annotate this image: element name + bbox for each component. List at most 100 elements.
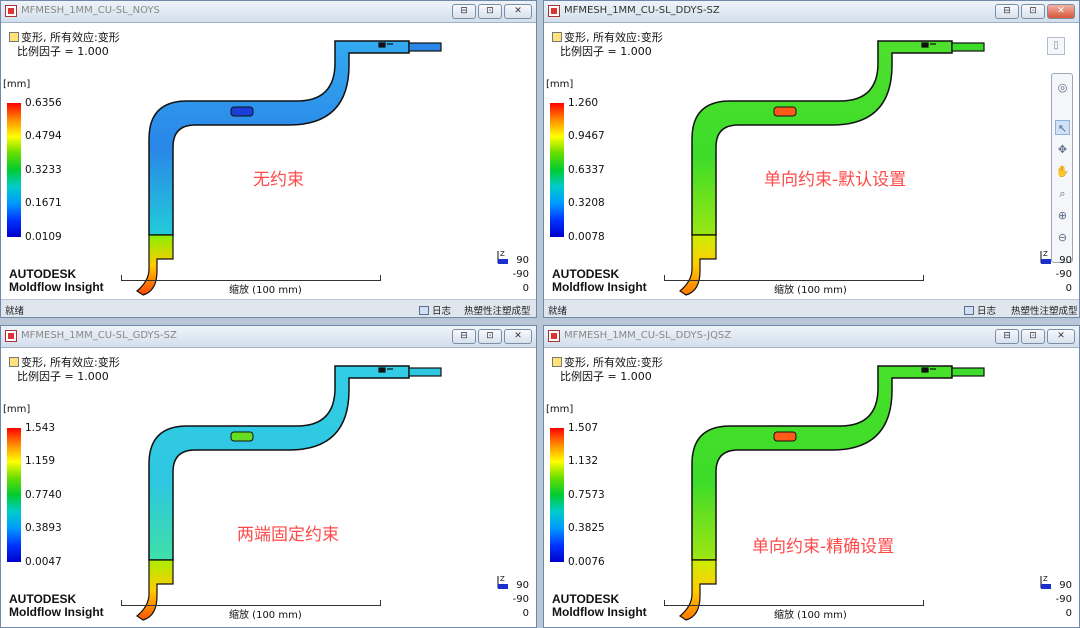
titlebar[interactable]: MFMESH_1MM_CU-SL_NOYS ⊟ ⊡ ✕ <box>1 1 536 23</box>
moldflow-app-icon <box>548 330 560 342</box>
status-ready: 就绪 <box>5 306 25 317</box>
window-title: MFMESH_1MM_CU-SL_GDYS-SZ <box>21 330 177 341</box>
view-toolbar: ◎ ↖ ✥ ✋ ⌕ ⊕ ⊖ <box>1051 73 1073 263</box>
axis-value: -90 <box>1055 269 1072 280</box>
moldflow-app-icon <box>5 330 17 342</box>
legend-min: 0.0078 <box>568 231 605 243</box>
axis-value: 90 <box>516 255 529 266</box>
axis-value: 90 <box>1059 255 1072 266</box>
model-viewport[interactable]: 变形, 所有效应:变形 比例因子 = 1.000 [mm] 0.6356 0.4… <box>1 23 536 317</box>
zoom-region-icon[interactable]: ⌕ <box>1055 186 1070 201</box>
close-button[interactable]: ✕ <box>1047 4 1075 19</box>
legend-tick: 0.3893 <box>25 522 62 534</box>
legend-tick: 0.6337 <box>568 164 605 176</box>
legend-unit: [mm] <box>3 404 31 415</box>
axis-value: 90 <box>516 580 529 591</box>
axis-value: 0 <box>1065 283 1072 294</box>
minimize-button[interactable]: ⊟ <box>995 4 1019 19</box>
annotation-label: 单向约束-默认设置 <box>764 170 907 190</box>
axis-value: 0 <box>522 283 529 294</box>
legend-unit: [mm] <box>3 79 31 90</box>
legend-unit: [mm] <box>546 404 574 415</box>
log-button[interactable]: 日志 <box>419 303 451 317</box>
legend-tick: 0.3208 <box>568 197 605 209</box>
axis-value: 0 <box>1065 608 1072 619</box>
legend-color-bar <box>7 103 21 237</box>
orbit-ring-icon[interactable]: ◎ <box>1055 80 1070 95</box>
scale-factor: 比例因子 = 1.000 <box>17 45 109 58</box>
zoom-fit-icon[interactable]: ⊖ <box>1055 230 1070 245</box>
window-gdys-sz[interactable]: MFMESH_1MM_CU-SL_GDYS-SZ ⊟ ⊡ ✕ 变形, 所有效应:… <box>0 325 537 628</box>
legend-min: 0.0076 <box>568 556 605 568</box>
brand-moldflow: Moldflow Insight <box>552 280 647 294</box>
legend-tick: 0.7740 <box>25 489 62 501</box>
legend-color-bar <box>7 428 21 562</box>
zoom-icon[interactable]: ⊕ <box>1055 208 1070 223</box>
legend-max: 1.507 <box>568 422 599 434</box>
scale-factor: 比例因子 = 1.000 <box>560 45 652 58</box>
minimize-button[interactable]: ⊟ <box>452 4 476 19</box>
window-noys[interactable]: MFMESH_1MM_CU-SL_NOYS ⊟ ⊡ ✕ 变形, 所有效应:变形 … <box>0 0 537 318</box>
view-toggle-icon[interactable]: ▯ <box>1047 37 1065 55</box>
window-ddys-jqsz[interactable]: MFMESH_1MM_CU-SL_DDYS-JQSZ ⊟ ⊡ ✕ 变形, 所有效… <box>543 325 1080 628</box>
axis-value: 0 <box>522 608 529 619</box>
axis-value: -90 <box>512 594 529 605</box>
brand-moldflow: Moldflow Insight <box>9 605 104 619</box>
window-title: MFMESH_1MM_CU-SL_DDYS-JQSZ <box>564 330 732 341</box>
log-icon <box>419 306 429 315</box>
svg-text:Z: Z <box>1043 250 1048 258</box>
pan-hand-icon[interactable]: ✋ <box>1055 164 1070 179</box>
maximize-button[interactable]: ⊡ <box>1021 329 1045 344</box>
part-geometry <box>678 365 985 621</box>
close-button[interactable]: ✕ <box>504 4 532 19</box>
legend-tick: 1.159 <box>25 455 56 467</box>
minimize-button[interactable]: ⊟ <box>452 329 476 344</box>
legend-tick: 0.3233 <box>25 164 62 176</box>
select-arrow-icon[interactable]: ↖ <box>1055 120 1070 135</box>
close-button[interactable]: ✕ <box>1047 329 1075 344</box>
window-ddys-sz[interactable]: MFMESH_1MM_CU-SL_DDYS-SZ ⊟ ⊡ ✕ 变形, 所有效应:… <box>543 0 1080 318</box>
model-viewport[interactable]: 变形, 所有效应:变形 比例因子 = 1.000 [mm] 1.543 1.15… <box>1 348 536 627</box>
scale-label: 缩放 (100 mm) <box>774 610 847 621</box>
maximize-button[interactable]: ⊡ <box>478 329 502 344</box>
status-bar: 就绪 日志 热塑性注塑成型 <box>1 299 536 317</box>
maximize-button[interactable]: ⊡ <box>478 4 502 19</box>
brand-autodesk: AUTODESK <box>9 592 77 606</box>
scale-factor: 比例因子 = 1.000 <box>17 370 109 383</box>
move-icon[interactable]: ✥ <box>1055 142 1070 157</box>
model-viewport[interactable]: 变形, 所有效应:变形 比例因子 = 1.000 [mm] 1.507 1.13… <box>544 348 1079 627</box>
scale-label: 缩放 (100 mm) <box>229 285 302 296</box>
minimize-button[interactable]: ⊟ <box>995 329 1019 344</box>
molding-process: 热塑性注塑成型 <box>464 306 531 317</box>
result-icon <box>552 32 562 42</box>
moldflow-app-icon <box>548 5 560 17</box>
legend-color-bar <box>550 103 564 237</box>
brand-moldflow: Moldflow Insight <box>552 605 647 619</box>
legend-color-bar <box>550 428 564 562</box>
maximize-button[interactable]: ⊡ <box>1021 4 1045 19</box>
part-geometry <box>135 40 442 296</box>
result-icon <box>552 357 562 367</box>
window-title: MFMESH_1MM_CU-SL_DDYS-SZ <box>564 5 720 16</box>
legend-unit: [mm] <box>546 79 574 90</box>
scale-label: 缩放 (100 mm) <box>774 285 847 296</box>
scale-factor: 比例因子 = 1.000 <box>560 370 652 383</box>
titlebar[interactable]: MFMESH_1MM_CU-SL_DDYS-SZ ⊟ ⊡ ✕ <box>544 1 1079 23</box>
model-viewport[interactable]: 变形, 所有效应:变形 比例因子 = 1.000 [mm] 1.260 0.94… <box>544 23 1079 317</box>
axis-value: -90 <box>512 269 529 280</box>
molding-process: 热塑性注塑成型 <box>1011 306 1078 317</box>
legend-min: 0.0109 <box>25 231 62 243</box>
part-geometry <box>678 40 985 296</box>
annotation-label: 单向约束-精确设置 <box>752 537 895 557</box>
titlebar[interactable]: MFMESH_1MM_CU-SL_GDYS-SZ ⊟ ⊡ ✕ <box>1 326 536 348</box>
titlebar[interactable]: MFMESH_1MM_CU-SL_DDYS-JQSZ ⊟ ⊡ ✕ <box>544 326 1079 348</box>
log-button[interactable]: 日志 <box>964 303 996 317</box>
brand-autodesk: AUTODESK <box>552 267 620 281</box>
legend-max: 1.543 <box>25 422 56 434</box>
svg-text:Z: Z <box>500 250 505 258</box>
legend-tick: 1.132 <box>568 455 599 467</box>
close-button[interactable]: ✕ <box>504 329 532 344</box>
brand-autodesk: AUTODESK <box>552 592 620 606</box>
status-ready: 就绪 <box>548 306 568 317</box>
legend-min: 0.0047 <box>25 556 62 568</box>
